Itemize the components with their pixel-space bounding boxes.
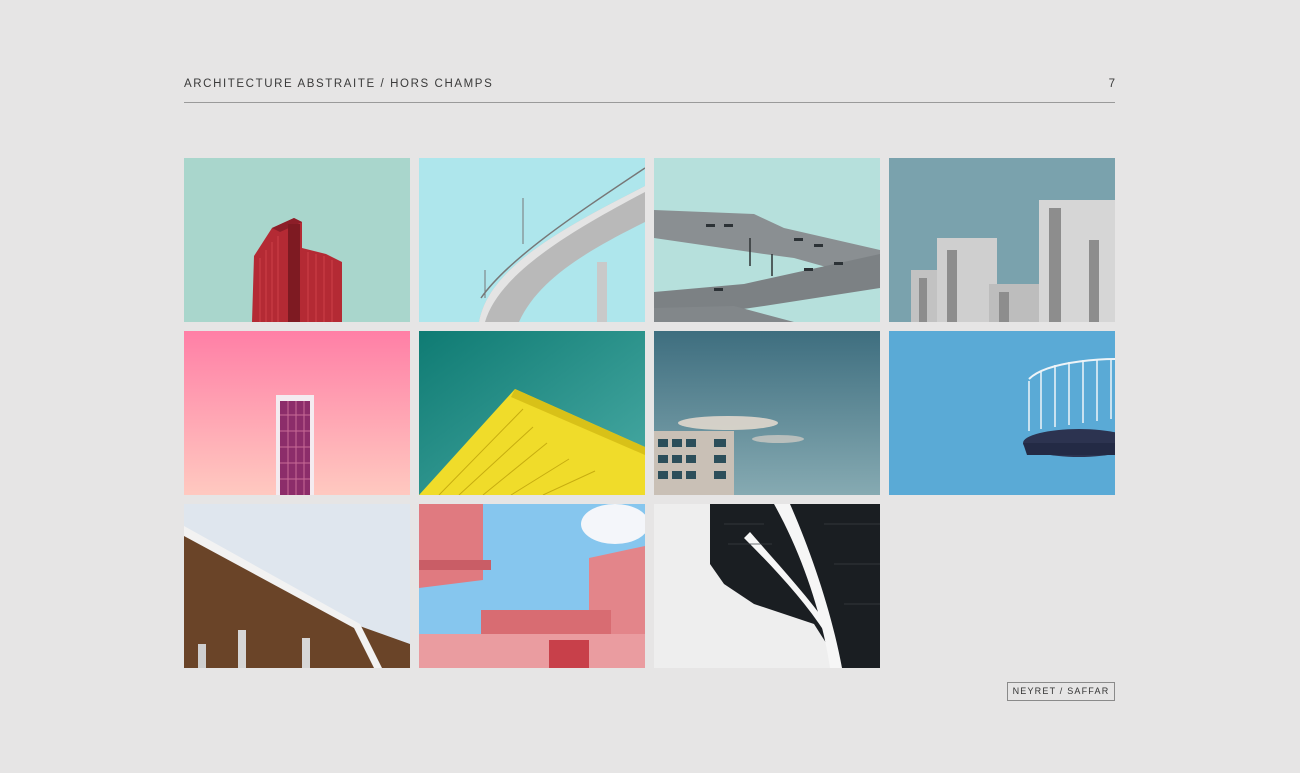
photo-pink-walls[interactable]	[419, 504, 645, 668]
photo-dark-structure[interactable]	[654, 504, 880, 668]
photo-concrete-blocks[interactable]	[889, 158, 1115, 322]
page-header: ARCHITECTURE ABSTRAITE / HORS CHAMPS 7	[184, 78, 1115, 103]
photo-curved-bridge[interactable]	[419, 158, 645, 322]
photo-spiral-balcony[interactable]	[889, 331, 1115, 495]
photo-yellow-building[interactable]	[419, 331, 645, 495]
photo-stacked-walkways[interactable]	[654, 158, 880, 322]
page-title: ARCHITECTURE ABSTRAITE / HORS CHAMPS	[184, 78, 494, 90]
photo-pink-tower[interactable]	[184, 331, 410, 495]
photo-red-tower[interactable]	[184, 158, 410, 322]
page-number: 7	[1108, 78, 1115, 90]
photo-wood-canopy[interactable]	[184, 504, 410, 668]
credit-badge: NEYRET / SAFFAR	[1007, 682, 1115, 701]
photo-building-sky[interactable]	[654, 331, 880, 495]
